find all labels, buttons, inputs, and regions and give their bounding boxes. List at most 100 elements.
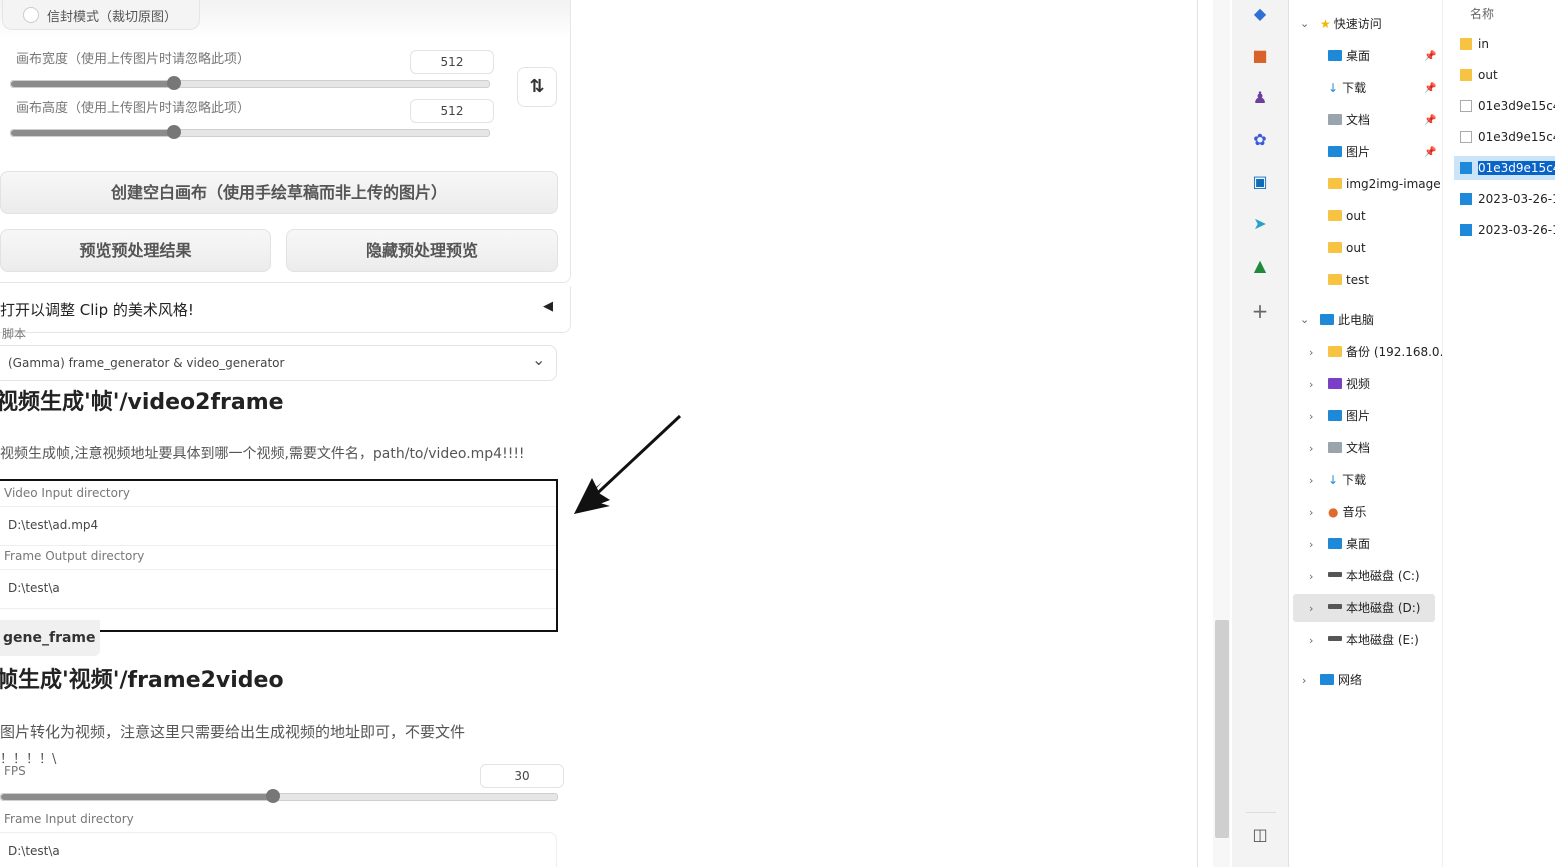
canvas-height-label: 画布高度（使用上传图片时请忽略此项） [16, 101, 251, 116]
frame-output-field[interactable]: D:\test\a [0, 569, 556, 609]
send-icon[interactable]: ➤ [1251, 215, 1269, 233]
file-icon [1460, 100, 1472, 112]
tree-label: 此电脑 [1338, 313, 1375, 327]
chevron-right-icon[interactable]: › [1309, 634, 1313, 647]
tree-item-videos[interactable]: 视频 [1328, 371, 1370, 397]
image-file-icon [1460, 193, 1472, 205]
scrollbar-thumb[interactable] [1215, 620, 1229, 838]
tree-item-pictures[interactable]: 图片 [1328, 139, 1370, 165]
chevron-right-icon[interactable]: › [1309, 506, 1313, 519]
tree-item-drive-d[interactable]: 本地磁盘 (D:) [1328, 595, 1420, 621]
tree-label: 文档 [1346, 113, 1371, 127]
tree-network[interactable]: 网络 [1320, 667, 1362, 693]
chevron-right-icon[interactable]: › [1302, 674, 1306, 687]
tag-icon[interactable]: ◆ [1251, 5, 1269, 23]
tree-quick-access[interactable]: ★ 快速访问 [1320, 11, 1382, 37]
file-icon [1460, 131, 1472, 143]
add-icon[interactable]: + [1251, 301, 1269, 321]
slider-handle[interactable] [166, 125, 181, 139]
slider-fill [11, 130, 174, 136]
tree-item-img2img[interactable]: img2img-image [1328, 171, 1441, 197]
canvas-height-input[interactable]: 512 [410, 99, 494, 123]
tree-item-music[interactable]: ● 音乐 [1328, 499, 1367, 525]
hide-preview-button[interactable]: 隐藏预处理预览 [286, 229, 558, 272]
slider-handle[interactable] [166, 76, 181, 90]
tree-item-backup[interactable]: 备份 (192.168.0. [1328, 339, 1443, 365]
pin-icon[interactable]: 📌 [1424, 147, 1436, 158]
clip-style-accordion[interactable]: 打开以调整 Clip 的美术风格! ◀ [0, 286, 571, 333]
frame-output-value: D:\test\a [8, 581, 60, 595]
gene-frame-button[interactable]: gene_frame [0, 620, 100, 656]
picture-icon [1328, 410, 1342, 421]
tree-item-test[interactable]: test [1328, 267, 1369, 293]
chess-icon[interactable]: ♟ [1251, 89, 1269, 107]
folder-icon [1328, 210, 1342, 221]
chevron-right-icon[interactable]: › [1309, 474, 1313, 487]
preview-preprocess-button[interactable]: 预览预处理结果 [0, 229, 271, 272]
tree-this-pc[interactable]: 此电脑 [1320, 307, 1374, 333]
video-icon [1328, 378, 1342, 389]
file-row[interactable]: 2023-03-26-1 [1460, 192, 1555, 206]
file-row[interactable]: in [1460, 37, 1489, 51]
webui-panel: 信封模式（裁切原图） 画布宽度（使用上传图片时请忽略此项） 512 ⇅ 画布高度… [0, 0, 1200, 867]
chevron-right-icon[interactable]: › [1309, 570, 1313, 583]
tree-item-out[interactable]: out [1328, 235, 1366, 261]
file-row[interactable]: 01e3d9e15c4 [1460, 99, 1555, 113]
file-row[interactable]: 2023-03-26-1 [1460, 223, 1555, 237]
tree-item-desktop[interactable]: 桌面 [1328, 43, 1370, 69]
fps-input[interactable]: 30 [480, 764, 564, 788]
copilot-icon[interactable]: ✿ [1251, 131, 1269, 149]
chevron-right-icon[interactable]: › [1309, 602, 1313, 615]
fps-slider[interactable] [0, 789, 558, 803]
frame-input-field[interactable]: D:\test\a [0, 832, 557, 867]
file-name[interactable]: 01e3d9e15c4 [1478, 161, 1555, 175]
canvas-height-slider[interactable] [10, 125, 490, 139]
video2frame-title: 视频生成'帧'/video2frame [0, 390, 284, 415]
swap-dimensions-button[interactable]: ⇅ [517, 67, 557, 107]
tree-item-pictures[interactable]: 图片 [1328, 403, 1370, 429]
chevron-right-icon[interactable]: › [1309, 346, 1313, 359]
tree-item-documents[interactable]: 文档 [1328, 107, 1370, 133]
script-select[interactable]: (Gamma) frame_generator & video_generato… [0, 345, 557, 381]
drive-icon [1328, 572, 1342, 577]
tree-item-drive-c[interactable]: 本地磁盘 (C:) [1328, 563, 1420, 589]
tree-item-documents[interactable]: 文档 [1328, 435, 1370, 461]
slider-fill [1, 794, 274, 800]
tree-item-out[interactable]: out [1328, 203, 1366, 229]
slider-handle[interactable] [266, 789, 281, 803]
layout-icon[interactable]: ◫ [1251, 826, 1269, 844]
tree-item-drive-e[interactable]: 本地磁盘 (E:) [1328, 627, 1419, 653]
create-blank-canvas-button[interactable]: 创建空白画布（使用手绘草稿而非上传的图片） [0, 171, 558, 214]
file-row-selected[interactable]: 01e3d9e15c4 [1460, 161, 1555, 175]
download-icon: ↓ [1328, 473, 1339, 487]
file-row[interactable]: out [1460, 68, 1498, 82]
outlook-icon[interactable]: ▣ [1251, 173, 1269, 191]
column-header-name[interactable]: 名称 [1470, 5, 1494, 22]
chevron-down-icon[interactable]: ⌄ [1300, 313, 1309, 326]
tree-label: 快速访问 [1333, 17, 1382, 31]
pin-icon[interactable]: 📌 [1424, 83, 1436, 94]
tree-item-desktop[interactable]: 桌面 [1328, 531, 1370, 557]
chevron-right-icon[interactable]: › [1309, 538, 1313, 551]
envelope-mode-toggle[interactable]: 信封模式（裁切原图） [2, 0, 200, 30]
chevron-down-icon[interactable]: ⌄ [1300, 17, 1309, 30]
document-icon [1328, 442, 1342, 453]
pin-icon[interactable]: 📌 [1424, 51, 1436, 62]
tree-label: 视频 [1346, 377, 1371, 391]
tree-icon[interactable]: ▲ [1251, 257, 1269, 275]
canvas-width-input[interactable]: 512 [410, 50, 494, 74]
radio-icon[interactable] [23, 7, 39, 23]
tree-item-downloads[interactable]: ↓ 下载 [1328, 75, 1366, 101]
envelope-mode-label: 信封模式（裁切原图） [47, 10, 178, 25]
chevron-right-icon[interactable]: › [1309, 378, 1313, 391]
pin-icon[interactable]: 📌 [1424, 115, 1436, 126]
file-row[interactable]: 01e3d9e15c4 [1460, 130, 1555, 144]
chevron-right-icon[interactable]: › [1309, 410, 1313, 423]
image-file-icon [1460, 162, 1472, 174]
chevron-right-icon[interactable]: › [1309, 442, 1313, 455]
briefcase-icon[interactable]: ■ [1251, 47, 1269, 65]
canvas-width-slider[interactable] [10, 76, 490, 90]
collapse-arrow-icon[interactable]: ◀ [543, 299, 553, 314]
tree-item-downloads[interactable]: ↓ 下载 [1328, 467, 1366, 493]
video-input-field[interactable]: D:\test\ad.mp4 [0, 506, 556, 546]
